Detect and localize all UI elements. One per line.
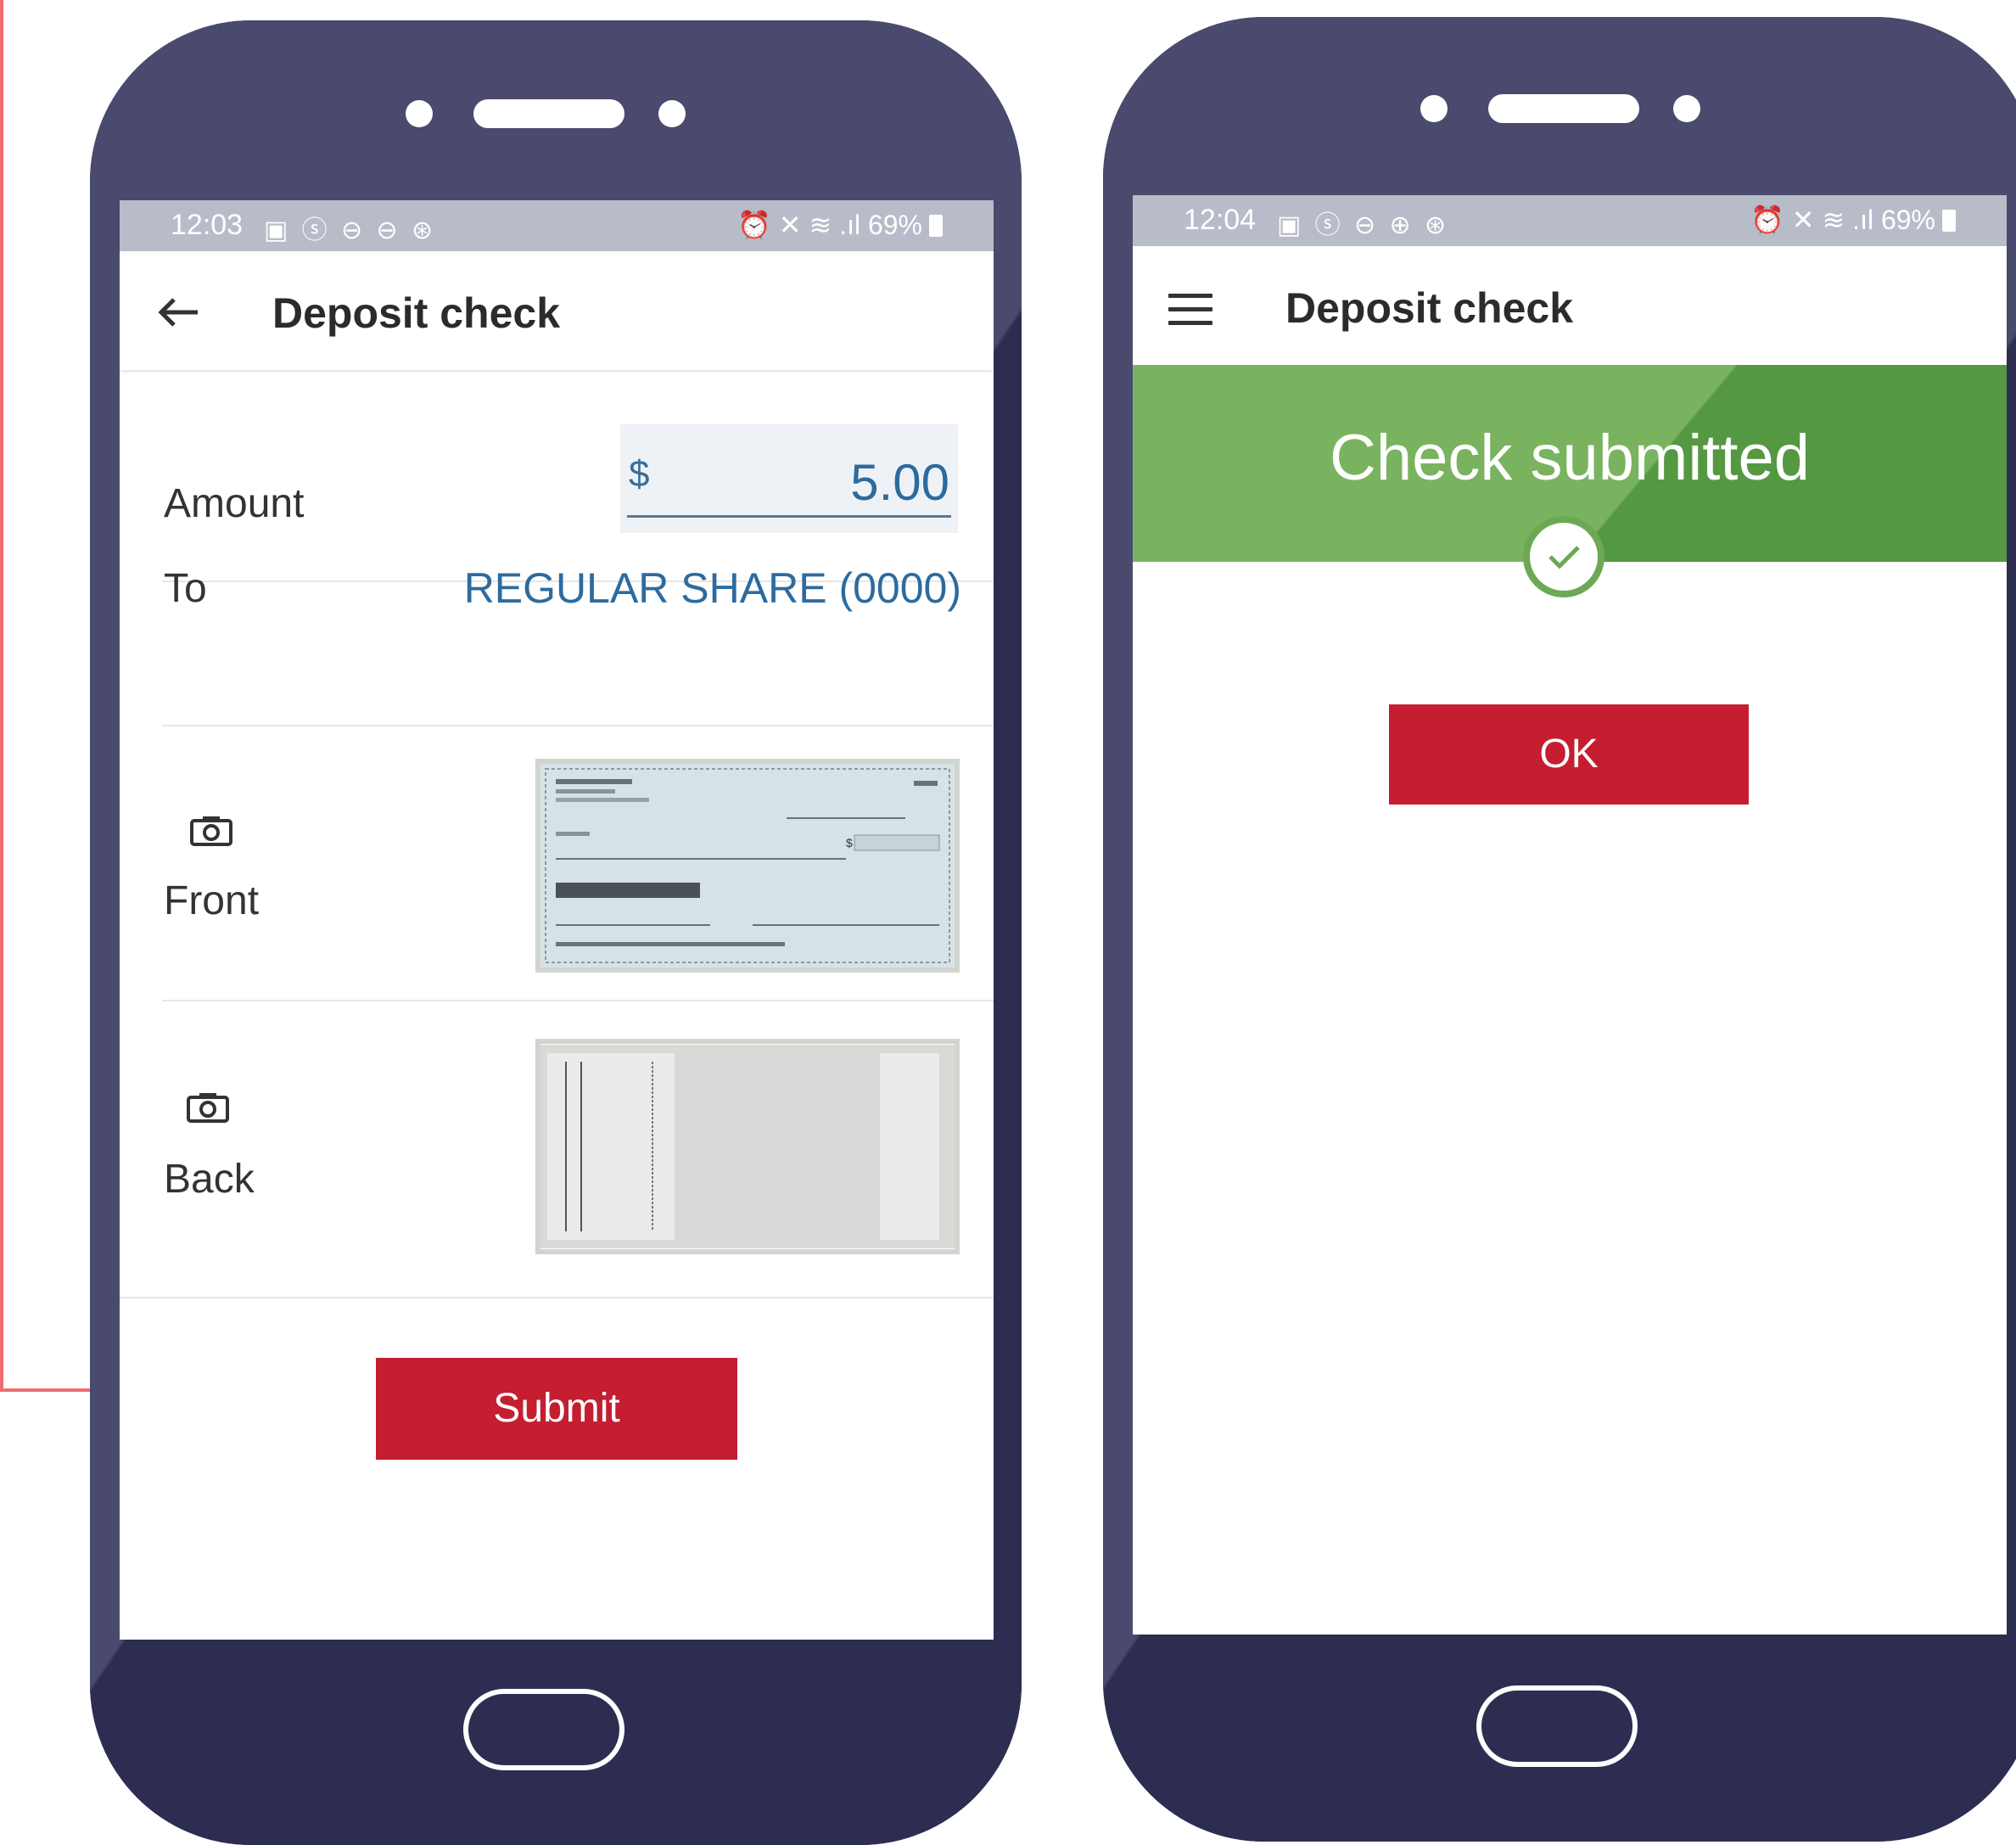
status-right: ⏰ ✕ ≋ .ıl 69% [737, 209, 943, 241]
success-title: Check submitted [1329, 422, 1811, 494]
status-time: 12:04 [1184, 204, 1257, 236]
battery-icon [1942, 210, 1956, 232]
divider [162, 1000, 994, 1001]
status-right: ⏰ ✕ ≋ .ıl 69% [1750, 204, 1956, 236]
amount-input[interactable]: $ 5.00 [620, 424, 958, 533]
to-account-selector[interactable]: REGULAR SHARE (0000) [464, 564, 961, 613]
status-system-icons: ⏰ ✕ ≋ .ıl [1750, 205, 1874, 235]
battery-level: 69% [867, 210, 922, 240]
sensor-dot [1673, 95, 1700, 122]
camera-icon[interactable] [186, 1091, 230, 1124]
amount-label: Amount [164, 481, 305, 526]
to-label: To [164, 566, 207, 611]
page-title: Deposit check [1285, 284, 1574, 332]
screen-left: 12:03 ▣ ⓢ ⊖ ⊖ ⊛ ⏰ ✕ ≋ .ıl 69% Deposit ch… [120, 200, 994, 1640]
home-button[interactable] [463, 1689, 624, 1770]
amount-value: 5.00 [850, 454, 949, 511]
phone-right: 12:04 ▣ ⓢ ⊖ ⊕ ⊛ ⏰ ✕ ≋ .ıl 69% Deposit ch… [1103, 17, 2016, 1842]
camera-icon[interactable] [189, 815, 233, 847]
app-bar: Deposit check [1133, 246, 2007, 365]
divider [120, 1297, 994, 1298]
ok-button-label: OK [1539, 732, 1599, 777]
home-button[interactable] [1476, 1685, 1638, 1767]
submit-button[interactable]: Submit [376, 1358, 737, 1460]
amount-underline [627, 515, 951, 518]
submit-button-label: Submit [493, 1386, 620, 1431]
check-front-image[interactable]: $ [535, 759, 960, 973]
back-label: Back [164, 1157, 255, 1202]
back-arrow-icon[interactable] [157, 295, 199, 329]
ok-button[interactable]: OK [1389, 704, 1749, 805]
earpiece-speaker [473, 99, 624, 128]
status-system-icons: ⏰ ✕ ≋ .ıl [737, 210, 861, 240]
app-bar: Deposit check [120, 251, 994, 370]
success-check-icon [1523, 516, 1604, 597]
front-camera-dot [406, 100, 433, 127]
hamburger-menu-icon[interactable] [1168, 294, 1212, 326]
screen-right: 12:04 ▣ ⓢ ⊖ ⊕ ⊛ ⏰ ✕ ≋ .ıl 69% Deposit ch… [1133, 195, 2007, 1635]
status-time: 12:03 [171, 209, 244, 241]
sensor-dot [658, 100, 686, 127]
earpiece-speaker [1488, 94, 1639, 123]
front-label: Front [164, 878, 260, 923]
currency-symbol: $ [629, 453, 650, 495]
status-notification-icons: ▣ ⓢ ⊖ ⊕ ⊛ [1277, 211, 1450, 239]
front-camera-dot [1420, 95, 1448, 122]
battery-level: 69% [1880, 205, 1935, 235]
svg-text:$: $ [846, 836, 853, 850]
annotation-connector-line [0, 0, 3, 1392]
divider [162, 725, 994, 726]
phone-left: 12:03 ▣ ⓢ ⊖ ⊖ ⊛ ⏰ ✕ ≋ .ıl 69% Deposit ch… [90, 20, 1022, 1845]
battery-icon [929, 215, 943, 237]
check-back-image[interactable] [535, 1039, 960, 1254]
status-bar: 12:04 ▣ ⓢ ⊖ ⊕ ⊛ ⏰ ✕ ≋ .ıl 69% [1133, 195, 2007, 246]
status-notification-icons: ▣ ⓢ ⊖ ⊖ ⊛ [264, 216, 437, 244]
status-bar: 12:03 ▣ ⓢ ⊖ ⊖ ⊛ ⏰ ✕ ≋ .ıl 69% [120, 200, 994, 251]
page-title: Deposit check [272, 289, 561, 337]
